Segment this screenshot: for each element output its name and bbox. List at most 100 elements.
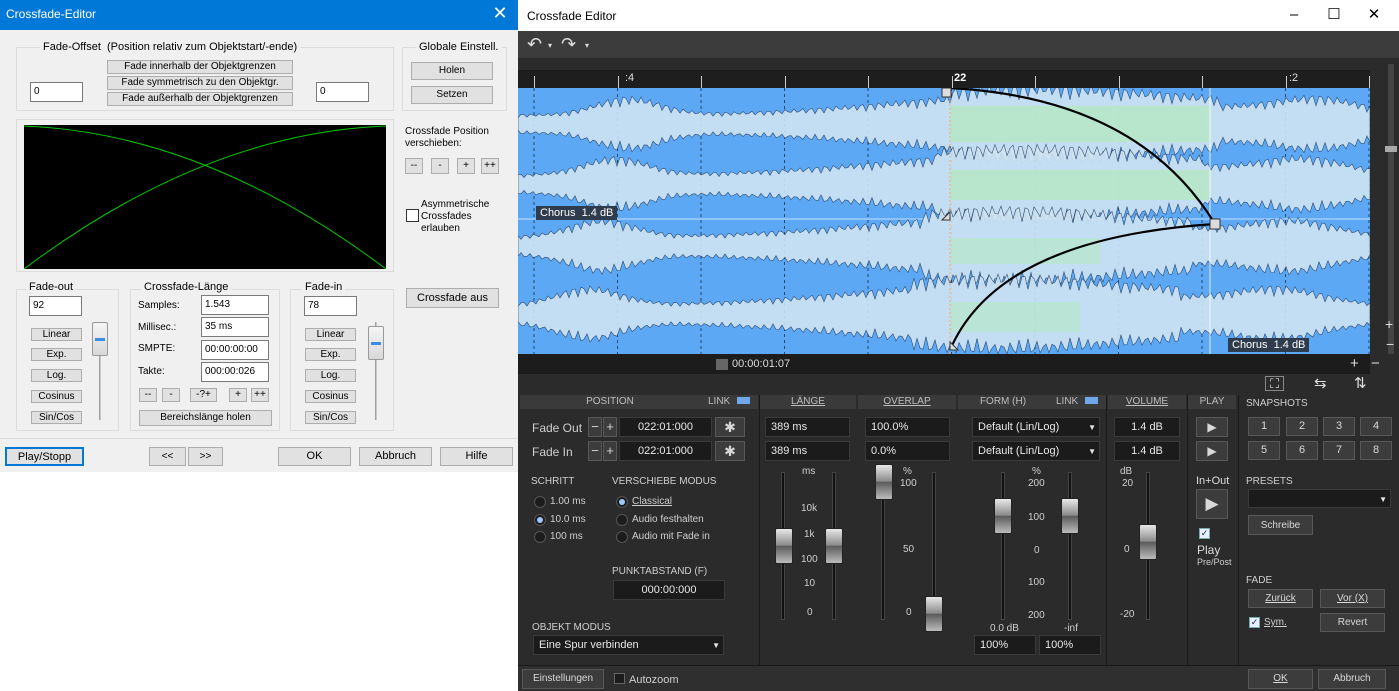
millisec-input[interactable]: 35 ms bbox=[201, 317, 269, 337]
v-scrollbar[interactable] bbox=[1388, 64, 1394, 354]
pos-minus[interactable]: - bbox=[431, 158, 449, 174]
header-link-2[interactable]: LINK bbox=[1048, 395, 1106, 409]
fade-in-exp[interactable]: Exp. bbox=[305, 348, 356, 361]
fade-in-value[interactable]: 78 bbox=[304, 296, 357, 316]
fit-view-icon[interactable]: ⛶ bbox=[1265, 376, 1285, 391]
fade-in-length[interactable]: 389 ms bbox=[765, 441, 850, 461]
fade-in-form-thumb[interactable] bbox=[1061, 498, 1079, 534]
presets-select[interactable]: ▼ bbox=[1248, 489, 1391, 508]
close-icon[interactable]: ✕ bbox=[490, 3, 510, 23]
cancel-button[interactable]: Abbruch bbox=[1318, 669, 1386, 689]
takte-input[interactable]: 000:00:026 bbox=[201, 362, 269, 382]
zoom-in-v-icon[interactable]: + bbox=[1385, 316, 1393, 332]
len-reset[interactable]: -?+ bbox=[190, 388, 217, 402]
offset-right-input[interactable]: 0 bbox=[316, 82, 369, 102]
fade-outside-button[interactable]: Fade außerhalb der Objektgrenzen bbox=[107, 92, 293, 106]
object-mode-select[interactable]: Eine Spur verbinden ▼ bbox=[533, 635, 724, 655]
fade-symmetric-button[interactable]: Fade symmetrisch zu den Objektgr. bbox=[107, 76, 293, 90]
fade-out-cosinus[interactable]: Cosinus bbox=[31, 390, 82, 403]
minimize-icon[interactable]: – bbox=[1284, 6, 1304, 24]
len-minus-minus[interactable]: -- bbox=[139, 388, 157, 402]
len-plus-plus[interactable]: ++ bbox=[251, 388, 269, 402]
pos-minus-minus[interactable]: -- bbox=[405, 158, 423, 174]
header-link[interactable]: LINK bbox=[700, 395, 758, 409]
snapshot-button-5[interactable]: 5 bbox=[1248, 441, 1280, 460]
fade-inside-button[interactable]: Fade innerhalb der Objektgrenzen bbox=[107, 60, 293, 74]
snapshot-button-4[interactable]: 4 bbox=[1360, 417, 1392, 436]
move-mode-classical[interactable] bbox=[616, 496, 628, 508]
fade-in-cosinus[interactable]: Cosinus bbox=[305, 390, 356, 403]
fade-out-pos-minus[interactable]: − bbox=[588, 417, 602, 437]
revert-button[interactable]: Revert bbox=[1320, 613, 1385, 632]
undo-icon[interactable]: ↶ bbox=[527, 34, 542, 55]
fade-back-button[interactable]: Zurück bbox=[1248, 589, 1313, 608]
fade-out-slider-thumb[interactable] bbox=[92, 322, 108, 356]
zoom-out-h-icon[interactable]: − bbox=[1371, 355, 1380, 372]
snapshot-button-8[interactable]: 8 bbox=[1360, 441, 1392, 460]
redo-dropdown-icon[interactable]: ▾ bbox=[585, 41, 589, 50]
fade-out-overlap[interactable]: 100.0% bbox=[865, 417, 950, 437]
fade-out-log[interactable]: Log. bbox=[31, 369, 82, 382]
step-radio-10ms[interactable] bbox=[534, 514, 546, 526]
ok-button[interactable]: OK bbox=[1248, 669, 1313, 689]
fade-out-form-select[interactable]: Default (Lin/Log) ▼ bbox=[972, 417, 1100, 437]
fade-in-pos-plus[interactable]: + bbox=[603, 441, 617, 461]
write-preset-button[interactable]: Schreibe bbox=[1248, 515, 1313, 535]
snapshot-button-6[interactable]: 6 bbox=[1286, 441, 1318, 460]
fade-out-volume[interactable]: 1.4 dB bbox=[1114, 417, 1180, 437]
maximize-icon[interactable]: ☐ bbox=[1324, 6, 1344, 24]
snapshot-button-1[interactable]: 1 bbox=[1248, 417, 1280, 436]
timeline-ruler[interactable]: :4 22 :2 bbox=[518, 70, 1370, 88]
sym-checkbox[interactable]: ✓ bbox=[1249, 617, 1260, 628]
fade-out-linear[interactable]: Linear bbox=[31, 328, 82, 341]
global-set-button[interactable]: Setzen bbox=[411, 86, 493, 104]
move-mode-hold-audio[interactable] bbox=[616, 514, 628, 526]
smpte-input[interactable]: 00:00:00:00 bbox=[201, 340, 269, 360]
fade-out-overlap-thumb[interactable] bbox=[875, 464, 893, 500]
snapshot-button-3[interactable]: 3 bbox=[1323, 417, 1355, 436]
asymmetric-checkbox[interactable] bbox=[406, 209, 419, 222]
fade-out-length-thumb[interactable] bbox=[775, 528, 793, 564]
fade-in-play-icon[interactable]: ▶ bbox=[1196, 441, 1228, 461]
fade-out-sincos[interactable]: Sin/Cos bbox=[31, 411, 82, 424]
fade-forward-button[interactable]: Vor (X) bbox=[1320, 589, 1385, 608]
move-mode-audio-fade[interactable] bbox=[616, 531, 628, 543]
snapshot-button-7[interactable]: 7 bbox=[1323, 441, 1355, 460]
fade-out-asterisk-button[interactable]: ✱ bbox=[715, 417, 745, 437]
redo-icon[interactable]: ↷ bbox=[561, 34, 576, 55]
fade-in-log[interactable]: Log. bbox=[305, 369, 356, 382]
cancel-button[interactable]: Abbruch bbox=[359, 447, 432, 466]
h-scroll-thumb[interactable] bbox=[716, 359, 728, 370]
fade-in-overlap[interactable]: 0.0% bbox=[865, 441, 950, 461]
fade-out-value[interactable]: 92 bbox=[29, 296, 82, 316]
next-button[interactable]: >> bbox=[188, 447, 223, 466]
fade-out-pos-plus[interactable]: + bbox=[603, 417, 617, 437]
fade-out-position[interactable]: 022:01:000 bbox=[619, 417, 712, 437]
zoom-in-h-icon[interactable]: + bbox=[1350, 355, 1359, 372]
fade-out-form-percent[interactable]: 100% bbox=[974, 635, 1036, 655]
fade-in-sincos[interactable]: Sin/Cos bbox=[305, 411, 356, 424]
volume-thumb[interactable] bbox=[1139, 524, 1157, 560]
get-range-length-button[interactable]: Bereichslänge holen bbox=[139, 410, 272, 426]
fade-in-slider-thumb[interactable] bbox=[368, 326, 384, 360]
fade-in-form-select[interactable]: Default (Lin/Log) ▼ bbox=[972, 441, 1100, 461]
swap-vertical-icon[interactable]: ⇅ bbox=[1354, 374, 1367, 392]
swap-horizontal-icon[interactable]: ⇆ bbox=[1314, 374, 1327, 392]
fade-in-position[interactable]: 022:01:000 bbox=[619, 441, 712, 461]
snapshot-button-2[interactable]: 2 bbox=[1286, 417, 1318, 436]
pos-plus[interactable]: + bbox=[457, 158, 475, 174]
len-plus[interactable]: + bbox=[229, 388, 247, 402]
crossfade-off-button[interactable]: Crossfade aus bbox=[406, 288, 499, 308]
fade-in-volume[interactable]: 1.4 dB bbox=[1114, 441, 1180, 461]
step-radio-1ms[interactable] bbox=[534, 496, 546, 508]
v-scroll-thumb[interactable] bbox=[1385, 146, 1397, 152]
fade-in-overlap-thumb[interactable] bbox=[925, 596, 943, 632]
zoom-out-v-icon[interactable]: − bbox=[1386, 336, 1394, 352]
settings-button[interactable]: Einstellungen bbox=[522, 669, 604, 689]
pos-plus-plus[interactable]: ++ bbox=[481, 158, 499, 174]
fade-out-play-icon[interactable]: ▶ bbox=[1196, 417, 1228, 437]
fade-in-linear[interactable]: Linear bbox=[305, 328, 356, 341]
offset-left-input[interactable]: 0 bbox=[30, 82, 83, 102]
step-radio-100ms[interactable] bbox=[534, 531, 546, 543]
play-in-out-icon[interactable]: ▶ bbox=[1196, 489, 1228, 519]
